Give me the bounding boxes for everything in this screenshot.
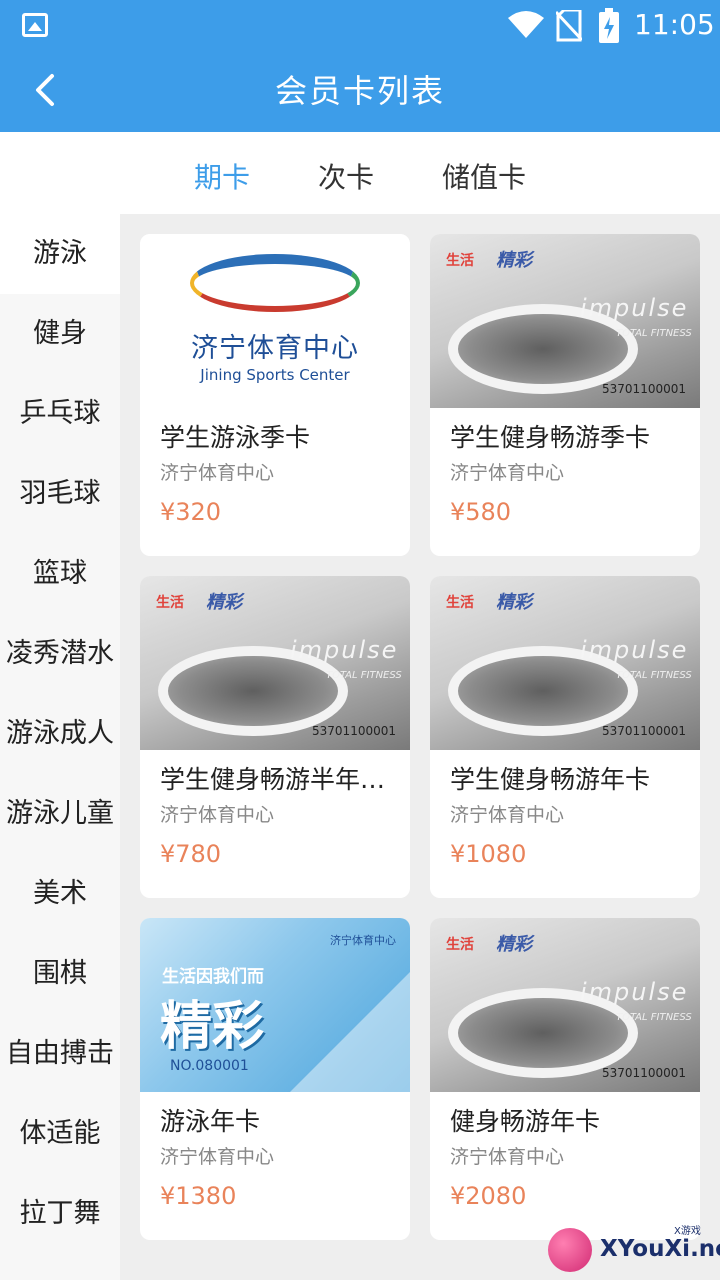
card-fitness-text: TOTAL FITNESS [326, 670, 402, 681]
status-time: 11:05 [634, 8, 715, 41]
card-type-tabs: 期卡 次卡 储值卡 [0, 132, 720, 214]
membership-card[interactable]: 生活 精彩 impulse TOTAL FITNESS 53701100001 … [430, 918, 700, 1240]
card-number: 53701100001 [312, 724, 396, 738]
watermark-text: XYouXi.net [600, 1236, 720, 1262]
image-notification-icon [22, 13, 48, 37]
tab-period-card[interactable]: 期卡 [194, 156, 250, 196]
logo-english-text: Jining Sports Center [200, 366, 350, 384]
card-impulse-text: impulse [290, 636, 399, 664]
category-item-physical-fitness[interactable]: 体适能 [0, 1094, 120, 1174]
card-brand: 生活 [156, 595, 184, 611]
category-item-go[interactable]: 围棋 [0, 934, 120, 1014]
card-number: 53701100001 [602, 1066, 686, 1080]
category-item-latin-dance[interactable]: 拉丁舞 [0, 1174, 120, 1254]
status-bar: 11:05 [0, 0, 720, 52]
watermark-small-text: X游戏 [674, 1226, 701, 1237]
card-impulse-text: impulse [580, 978, 689, 1006]
card-venue: 济宁体育中心 [160, 462, 275, 484]
card-impulse-text: impulse [580, 294, 689, 322]
card-impulse-text: impulse [580, 636, 689, 664]
card-price: ¥780 [160, 840, 222, 868]
category-item-kids-swimming[interactable]: 游泳儿童 [0, 774, 120, 854]
watermark: X游戏 XYouXi.net [548, 1222, 720, 1278]
card-name: 学生健身畅游半年… [160, 765, 386, 794]
app-bar: 11:05 会员卡列表 [0, 0, 720, 132]
card-fitness-text: TOTAL FITNESS [616, 328, 692, 339]
card-image: 济宁体育中心 生活因我们而 精彩 NO.080001 [140, 918, 410, 1092]
card-price: ¥320 [160, 498, 222, 526]
category-item-diving[interactable]: 凌秀潜水 [0, 614, 120, 694]
card-image: 生活 精彩 impulse TOTAL FITNESS 53701100001 [430, 918, 700, 1092]
category-item-swimming[interactable]: 游泳 [0, 214, 120, 294]
card-brand-slogan: 精彩 [496, 592, 532, 613]
category-item-table-tennis[interactable]: 乒乓球 [0, 374, 120, 454]
stadium-logo-icon [190, 254, 360, 312]
card-brand-slogan: 精彩 [206, 592, 242, 613]
category-sidebar: 游泳 健身 乒乓球 羽毛球 篮球 凌秀潜水 游泳成人 游泳儿童 美术 围棋 自由… [0, 214, 120, 1280]
category-item-adult-swimming[interactable]: 游泳成人 [0, 694, 120, 774]
no-sim-icon [556, 10, 582, 42]
card-name: 游泳年卡 [160, 1107, 261, 1136]
category-item-badminton[interactable]: 羽毛球 [0, 454, 120, 534]
card-venue: 济宁体育中心 [450, 804, 565, 826]
card-number: 53701100001 [602, 724, 686, 738]
card-price: ¥2080 [450, 1182, 527, 1210]
card-number: NO.080001 [170, 1058, 249, 1074]
card-venue: 济宁体育中心 [160, 804, 275, 826]
card-venue: 济宁体育中心 [160, 1146, 275, 1168]
membership-card[interactable]: 生活 精彩 impulse TOTAL FITNESS 53701100001 … [430, 234, 700, 556]
card-venue: 济宁体育中心 [450, 1146, 565, 1168]
category-item-art[interactable]: 美术 [0, 854, 120, 934]
card-price: ¥580 [450, 498, 512, 526]
card-name: 学生游泳季卡 [160, 423, 311, 452]
category-item-basketball[interactable]: 篮球 [0, 534, 120, 614]
category-item-kickboxing[interactable]: 自由搏击 [0, 1014, 120, 1094]
logo-chinese-text: 济宁体育中心 [191, 333, 359, 364]
card-slogan-line2: 精彩 [160, 997, 265, 1057]
card-logo-text: 济宁体育中心 [330, 934, 396, 947]
membership-card[interactable]: 生活 精彩 impulse TOTAL FITNESS 53701100001 … [430, 576, 700, 898]
card-grid: 济宁体育中心 Jining Sports Center 学生游泳季卡 济宁体育中… [120, 214, 720, 1280]
card-venue: 济宁体育中心 [450, 462, 565, 484]
card-brand-slogan: 精彩 [496, 250, 532, 271]
card-name: 学生健身畅游年卡 [450, 765, 651, 794]
card-price: ¥1380 [160, 1182, 237, 1210]
card-name: 学生健身畅游季卡 [450, 423, 651, 452]
card-brand: 生活 [446, 253, 474, 269]
membership-card[interactable]: 生活 精彩 impulse TOTAL FITNESS 53701100001 … [140, 576, 410, 898]
card-name: 健身畅游年卡 [450, 1107, 601, 1136]
card-brand: 生活 [446, 937, 474, 953]
card-image: 生活 精彩 impulse TOTAL FITNESS 53701100001 [140, 576, 410, 750]
category-item-fitness[interactable]: 健身 [0, 294, 120, 374]
card-brand-slogan: 精彩 [496, 934, 532, 955]
membership-card[interactable]: 济宁体育中心 Jining Sports Center 学生游泳季卡 济宁体育中… [140, 234, 410, 556]
card-image: 济宁体育中心 Jining Sports Center [140, 234, 410, 408]
header: 会员卡列表 [0, 52, 720, 132]
card-fitness-text: TOTAL FITNESS [616, 1012, 692, 1023]
card-decoration [290, 972, 410, 1092]
gamepad-logo-icon [548, 1228, 592, 1272]
card-price: ¥1080 [450, 840, 527, 868]
membership-card[interactable]: 济宁体育中心 生活因我们而 精彩 NO.080001 游泳年卡 济宁体育中心 ¥… [140, 918, 410, 1240]
battery-charging-icon [599, 8, 619, 43]
page-title: 会员卡列表 [274, 72, 445, 110]
card-image: 生活 精彩 impulse TOTAL FITNESS 53701100001 [430, 576, 700, 750]
card-image: 生活 精彩 impulse TOTAL FITNESS 53701100001 [430, 234, 700, 408]
wifi-icon [508, 11, 544, 38]
card-brand: 生活 [446, 595, 474, 611]
card-number: 53701100001 [602, 382, 686, 396]
tab-count-card[interactable]: 次卡 [318, 156, 374, 196]
card-fitness-text: TOTAL FITNESS [616, 670, 692, 681]
tab-stored-value-card[interactable]: 储值卡 [442, 156, 526, 196]
